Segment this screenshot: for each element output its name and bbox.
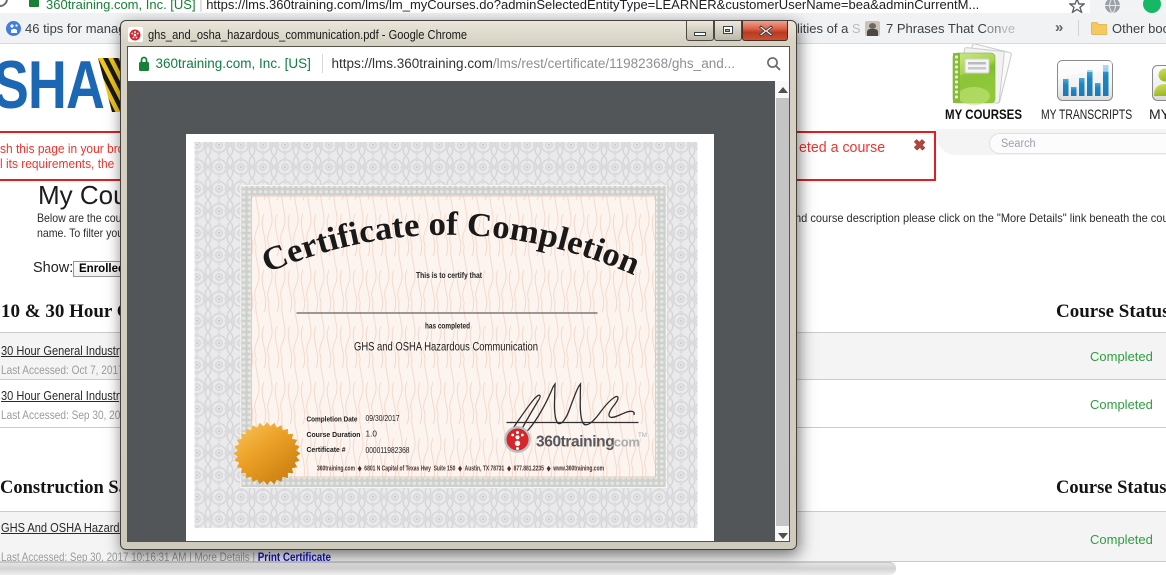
svg-text:This is to certify that: This is to certify that bbox=[416, 271, 482, 280]
svg-text:360training.com ◆ 6801 N Cap: 360training.com ◆ 6801 N Capital of Texa… bbox=[317, 466, 604, 473]
svg-text:000011982368: 000011982368 bbox=[366, 446, 410, 455]
svg-text:has completed: has completed bbox=[425, 322, 470, 331]
svg-text:Course Duration: Course Duration bbox=[307, 430, 361, 439]
svg-text:1.0: 1.0 bbox=[366, 430, 378, 439]
svg-text:GHS and OSHA Hazardous Communi: GHS and OSHA Hazardous Communication bbox=[354, 340, 538, 354]
svg-text:Certificate #: Certificate # bbox=[307, 445, 346, 454]
svg-text:TM: TM bbox=[638, 432, 647, 439]
svg-text:09/30/2017: 09/30/2017 bbox=[366, 414, 400, 423]
svg-text:Completion Date: Completion Date bbox=[307, 415, 358, 424]
svg-text:.com: .com bbox=[611, 435, 640, 450]
svg-text:360training: 360training bbox=[536, 434, 614, 451]
